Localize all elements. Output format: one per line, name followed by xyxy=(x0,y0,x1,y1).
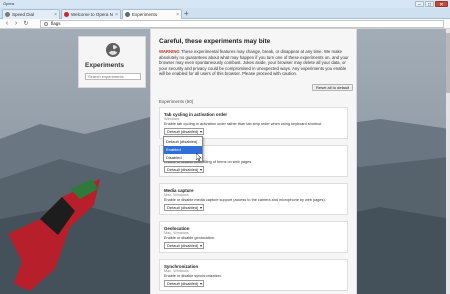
experiment-platform: Mac, Windows xyxy=(164,269,189,273)
experiment-platform: Windows xyxy=(164,117,180,121)
experiment-select[interactable]: Default (disabled) ▾ xyxy=(164,204,204,211)
experiment-card: Tab cycling in activation order Windows … xyxy=(159,107,348,139)
sidebar: Experiments xyxy=(78,36,146,88)
experiment-select[interactable]: Default (disabled) ▾ xyxy=(164,166,204,173)
experiment-platform: Mac, Windows xyxy=(164,193,189,197)
chevron-down-icon: ▾ xyxy=(199,281,202,286)
chevron-down-icon: ▾ xyxy=(199,167,202,172)
address-text: flags xyxy=(51,21,61,26)
tab-experiments[interactable]: Experiments × xyxy=(122,9,182,19)
experiment-description: Enable tab cycling in activation order r… xyxy=(164,121,323,126)
experiment-description: Enable or disable media capture support … xyxy=(164,197,326,202)
experiment-select[interactable]: Default (disabled) ▾ xyxy=(164,128,204,135)
experiments-count: Experiments (50) xyxy=(159,99,194,104)
tab-strip: Speed Dial × Welcome to Opera Next × Exp… xyxy=(0,8,450,19)
tab-welcome[interactable]: Welcome to Opera Next × xyxy=(61,9,121,19)
page-info-icon xyxy=(44,21,48,26)
experiments-icon xyxy=(125,12,130,17)
experiment-card: Synchronization Mac, Windows Enable or d… xyxy=(159,259,348,291)
warning-body: These experimental features may change, … xyxy=(159,49,349,77)
tab-label: Speed Dial xyxy=(12,12,35,17)
minimize-button[interactable]: – xyxy=(415,1,424,8)
experiment-card: Geolocation Mac, Windows Enable or disab… xyxy=(159,221,348,253)
app-title: Opera xyxy=(3,1,15,6)
chevron-down-icon: ▾ xyxy=(199,205,202,210)
back-icon[interactable]: ‹ xyxy=(3,20,11,28)
toolbar: ‹ › ↻ flags xyxy=(0,19,450,29)
title-bar: Opera – □ ✕ xyxy=(0,0,450,8)
warning-text: WARNING These experimental features may … xyxy=(159,49,349,77)
experiments-logo-icon xyxy=(106,43,120,57)
mouse-pointer-icon xyxy=(195,148,202,162)
select-value: Default (disabled) xyxy=(167,129,199,134)
speed-dial-icon xyxy=(5,12,10,17)
warning-label: WARNING xyxy=(159,49,180,54)
select-value: Default (disabled) xyxy=(167,281,199,286)
new-tab-button[interactable]: + xyxy=(184,9,189,18)
select-value: Default (disabled) xyxy=(167,205,199,210)
forward-icon[interactable]: › xyxy=(12,20,20,28)
experiment-select[interactable]: Default (disabled) ▾ xyxy=(164,280,204,287)
close-button[interactable]: ✕ xyxy=(435,1,448,8)
address-bar[interactable]: flags xyxy=(40,20,444,28)
maximize-button[interactable]: □ xyxy=(425,1,434,8)
opera-icon xyxy=(64,12,69,17)
select-value: Default (disabled) xyxy=(167,243,199,248)
main-content: Careful, these experiments may bite WARN… xyxy=(150,29,357,294)
chevron-down-icon: ▾ xyxy=(199,243,202,248)
tab-label: Experiments xyxy=(132,12,158,17)
search-experiments-input[interactable] xyxy=(85,73,141,80)
experiment-select[interactable]: Default (disabled) ▾ xyxy=(164,242,204,249)
reload-icon[interactable]: ↻ xyxy=(22,20,30,28)
dropdown-option-default[interactable]: Default (disabled) xyxy=(164,138,202,146)
experiment-description: Enable or disable synchronization. xyxy=(164,273,222,278)
window-controls: – □ ✕ xyxy=(415,0,448,8)
scrollbar-thumb[interactable] xyxy=(446,33,450,93)
experiment-description: Enable or disable geolocation. xyxy=(164,235,215,240)
tab-label: Welcome to Opera Next xyxy=(71,12,113,17)
chevron-down-icon: ▾ xyxy=(199,129,202,134)
close-tab-icon[interactable]: × xyxy=(115,12,118,18)
close-tab-icon[interactable]: × xyxy=(176,12,179,18)
tab-speed-dial[interactable]: Speed Dial × xyxy=(2,9,60,19)
reset-all-button[interactable]: Reset all to default xyxy=(312,84,354,91)
sidebar-title: Experiments xyxy=(85,62,125,69)
experiment-card: Media capture Mac, Windows Enable or dis… xyxy=(159,183,348,215)
close-tab-icon[interactable]: × xyxy=(54,12,57,18)
select-value: Default (disabled) xyxy=(167,167,199,172)
page-heading: Careful, these experiments may bite xyxy=(159,38,271,45)
experiment-platform: Mac, Windows xyxy=(164,231,189,235)
